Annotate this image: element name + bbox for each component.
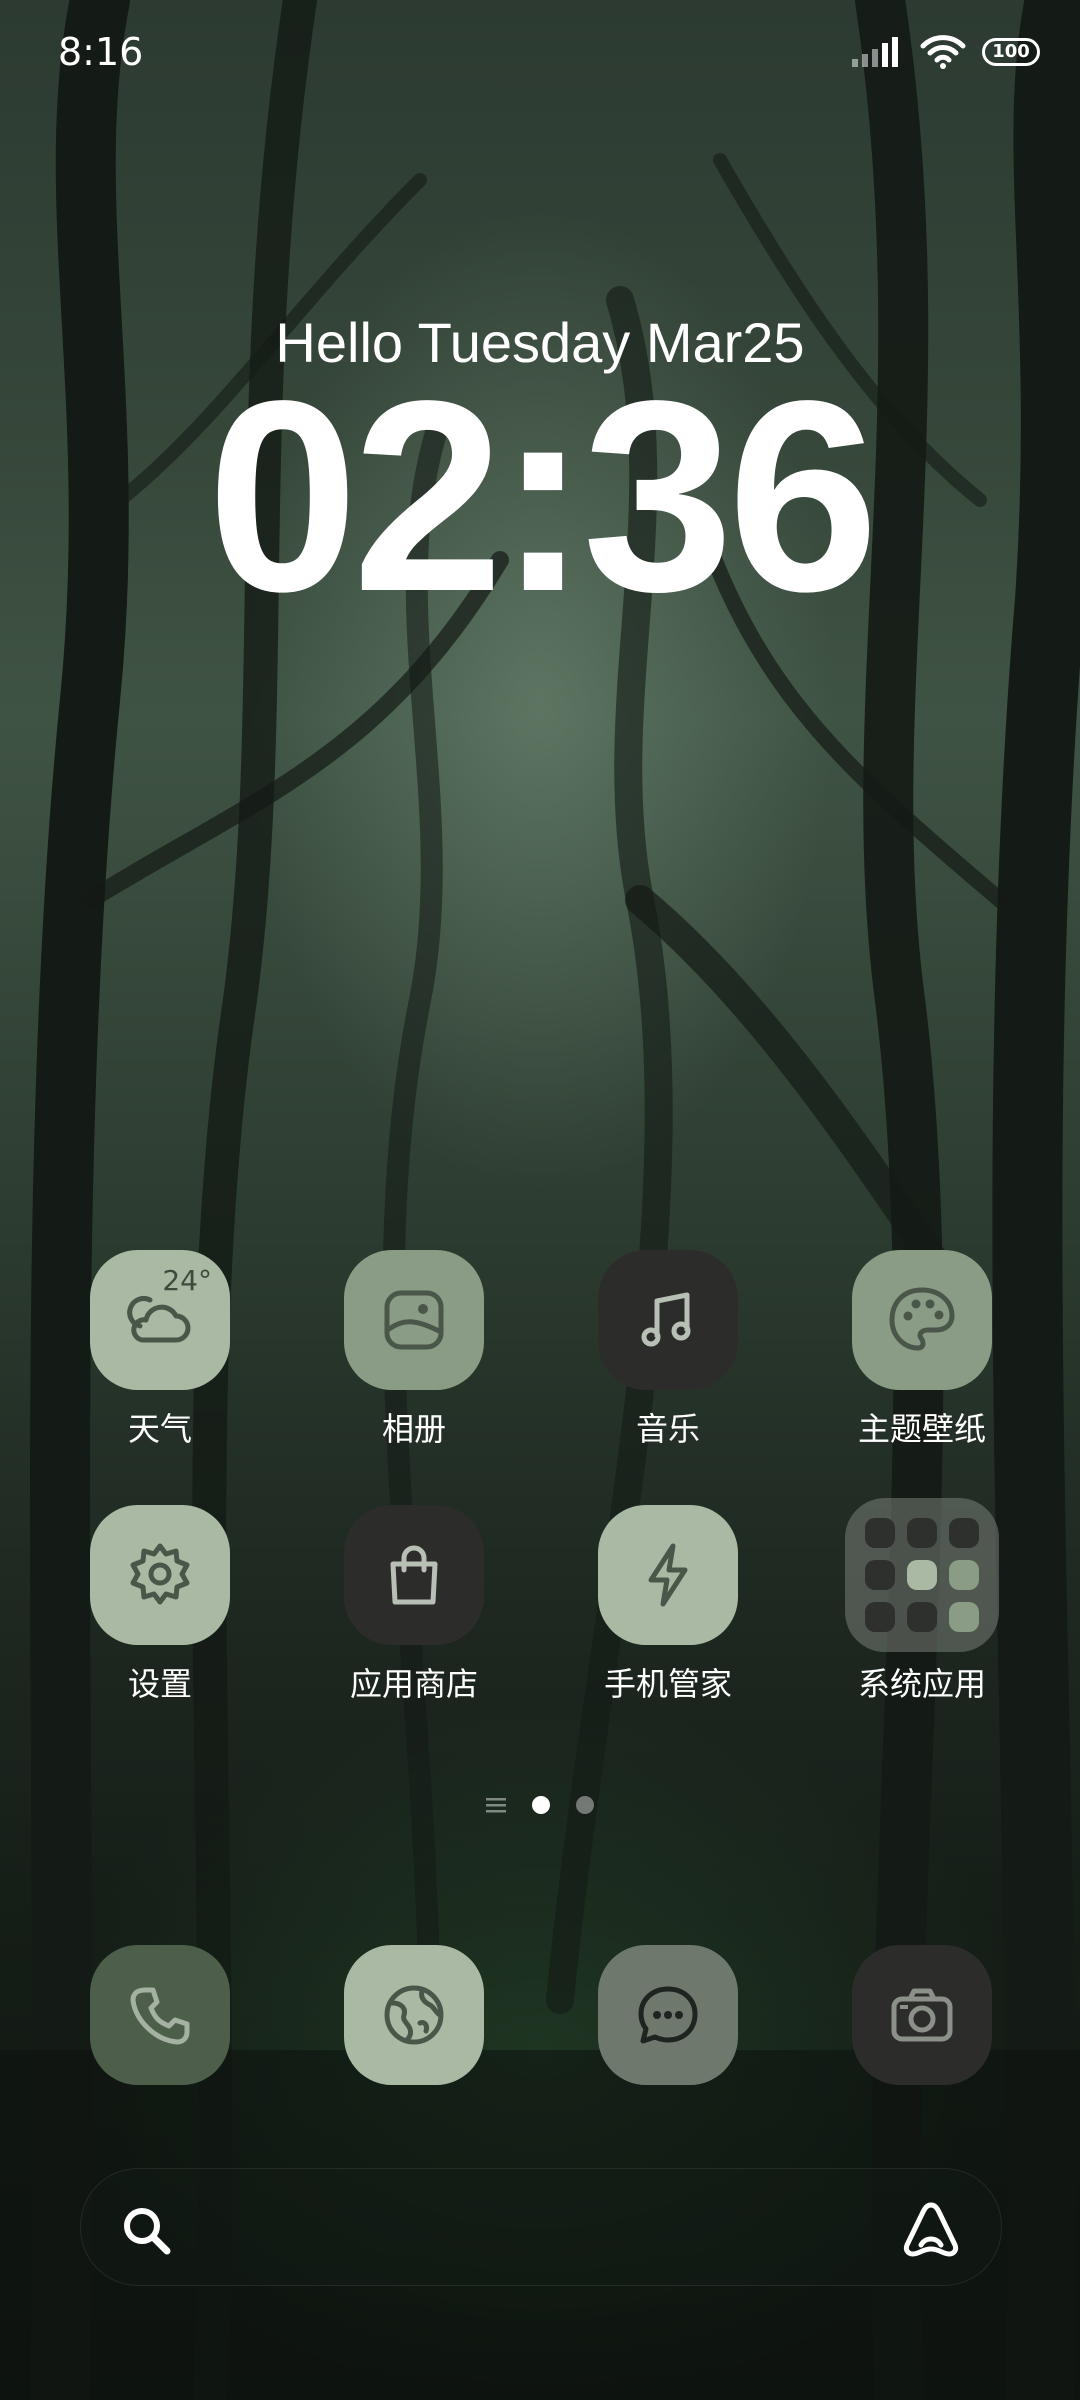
settings-app-icon[interactable] <box>90 1505 230 1645</box>
phone-manager-app-icon[interactable] <box>598 1505 738 1645</box>
app-store[interactable]: 应用商店 <box>314 1505 514 1705</box>
assistant-icon[interactable] <box>901 2201 961 2257</box>
mini-app-icon <box>907 1518 937 1548</box>
app-list-icon[interactable] <box>486 1796 506 1814</box>
page-dot[interactable] <box>576 1796 594 1814</box>
shopping-bag-icon <box>390 1545 438 1605</box>
folder-icon[interactable] <box>845 1498 999 1652</box>
app-weather[interactable]: 24° 天气 <box>60 1250 260 1450</box>
app-label: 应用商店 <box>349 1665 478 1703</box>
status-icons: 100 <box>852 34 1040 70</box>
page-dot-active[interactable] <box>532 1796 550 1814</box>
gallery-app-icon[interactable] <box>344 1250 484 1390</box>
mini-app-icon <box>907 1602 937 1632</box>
search-icon[interactable] <box>121 2205 171 2255</box>
app-phone-manager[interactable]: 手机管家 <box>568 1505 768 1705</box>
message-icon <box>638 1986 698 2044</box>
folder-system-apps[interactable]: 系统应用 <box>822 1498 1022 1705</box>
app-settings[interactable]: 设置 <box>60 1505 260 1705</box>
mini-app-icon <box>865 1560 895 1590</box>
dock-messages[interactable] <box>598 1945 738 2085</box>
mini-app-icon <box>907 1560 937 1590</box>
dock-browser[interactable] <box>344 1945 484 2085</box>
mini-app-icon <box>949 1602 979 1632</box>
signal-icon <box>852 37 898 67</box>
music-note-icon <box>641 1292 691 1347</box>
mini-app-icon <box>865 1602 895 1632</box>
app-label: 手机管家 <box>603 1665 732 1703</box>
app-label: 音乐 <box>635 1410 700 1448</box>
app-gallery[interactable]: 相册 <box>314 1250 514 1450</box>
themes-app-icon[interactable] <box>852 1250 992 1390</box>
dock-phone[interactable] <box>90 1945 230 2085</box>
palette-icon <box>889 1287 955 1351</box>
music-app-icon[interactable] <box>598 1250 738 1390</box>
search-bar[interactable] <box>80 2168 1002 2286</box>
store-app-icon[interactable] <box>344 1505 484 1645</box>
mini-app-icon <box>949 1518 979 1548</box>
weather-app-icon[interactable]: 24° <box>90 1250 230 1390</box>
app-label: 相册 <box>381 1410 446 1448</box>
phone-icon <box>130 1987 190 2045</box>
mini-app-icon <box>865 1518 895 1548</box>
wifi-icon <box>920 35 966 69</box>
app-label: 天气 <box>127 1410 192 1448</box>
lightning-icon <box>648 1543 688 1607</box>
status-time: 8:16 <box>58 30 144 74</box>
clock-widget[interactable]: 02:36 <box>0 360 1080 632</box>
app-label: 设置 <box>127 1665 192 1703</box>
dock-camera[interactable] <box>852 1945 992 2085</box>
mini-app-icon <box>949 1560 979 1590</box>
camera-icon <box>891 1988 953 2042</box>
app-label: 系统应用 <box>857 1665 986 1703</box>
page-indicator[interactable] <box>0 1796 1080 1814</box>
browser-globe-icon <box>384 1985 444 2045</box>
status-bar: 8:16 100 <box>0 0 1080 110</box>
gallery-icon <box>384 1290 444 1350</box>
app-music[interactable]: 音乐 <box>568 1250 768 1450</box>
weather-temp-badge: 24° <box>162 1264 212 1297</box>
app-label: 主题壁纸 <box>857 1410 986 1448</box>
app-themes[interactable]: 主题壁纸 <box>822 1250 1022 1450</box>
battery-indicator: 100 <box>982 38 1040 66</box>
gear-icon <box>130 1543 190 1605</box>
